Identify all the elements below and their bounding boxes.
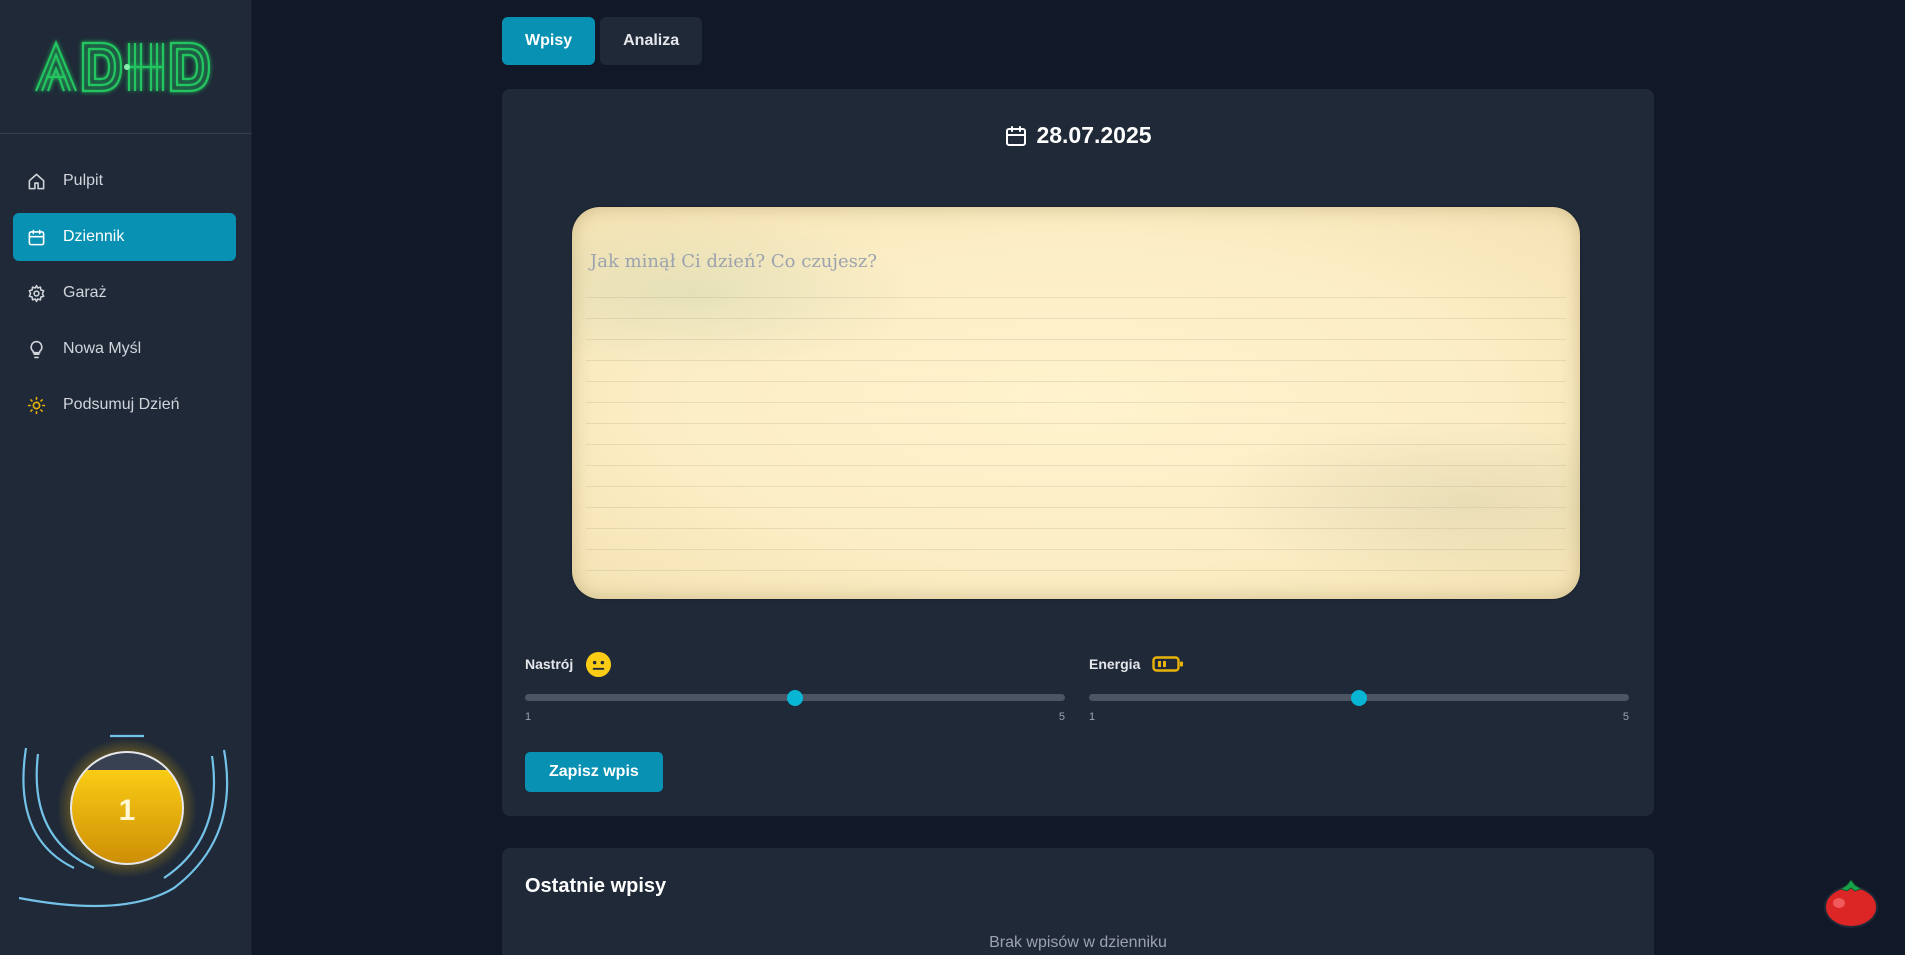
- journal-entry-textarea[interactable]: [572, 207, 1580, 599]
- adhd-logo[interactable]: [31, 37, 221, 97]
- battery-icon: [1152, 656, 1184, 672]
- tab-wpisy[interactable]: Wpisy: [502, 17, 596, 65]
- mood-label: Nastrój: [525, 656, 574, 672]
- sidebar-item-podsumuj-dzien[interactable]: Podsumuj Dzień: [13, 381, 236, 429]
- empty-state-text: Brak wpisów w dzienniku: [989, 934, 1167, 951]
- save-entry-button[interactable]: Zapisz wpis: [525, 752, 663, 792]
- energy-label-row: Energia: [1089, 649, 1629, 679]
- mood-label-row: Nastrój: [525, 649, 1065, 679]
- tomato-icon: [1824, 879, 1878, 928]
- sidebar-item-garaz[interactable]: Garaż: [13, 269, 236, 317]
- sun-icon: [26, 395, 46, 415]
- recent-entries-card: Ostatnie wpisy Brak wpisów w dzienniku: [502, 848, 1654, 955]
- mood-range-labels: 1 5: [525, 711, 1065, 723]
- mood-slider-thumb[interactable]: [787, 689, 803, 706]
- energy-slider-group: Energia 1 5: [1089, 649, 1629, 723]
- sidebar-item-label: Podsumuj Dzień: [63, 396, 180, 413]
- calendar-icon: [26, 227, 46, 247]
- level-number: 1: [119, 794, 136, 827]
- entry-date-header: 28.07.2025: [502, 122, 1654, 149]
- entry-date: 28.07.2025: [1036, 122, 1152, 148]
- calendar-icon: [1006, 125, 1027, 146]
- sidebar-item-label: Nowa Myśl: [63, 340, 142, 357]
- sidebar-nav: Pulpit Dziennik Garaż Nowa Myśl Podsumuj…: [0, 134, 251, 429]
- logo-area: [0, 0, 251, 134]
- level-orb: 1: [18, 734, 229, 908]
- journal-entry-card: 28.07.2025 Nastrój 1 5 Energia: [502, 89, 1654, 816]
- recent-entries-title: Ostatnie wpisy: [525, 875, 667, 897]
- mood-slider[interactable]: [525, 689, 1065, 706]
- mood-min-label: 1: [525, 711, 532, 723]
- view-tabs: Wpisy Analiza: [502, 17, 703, 65]
- mood-slider-group: Nastrój 1 5: [525, 649, 1065, 723]
- sidebar: Pulpit Dziennik Garaż Nowa Myśl Podsumuj…: [0, 0, 252, 955]
- sidebar-item-nowa-mysl[interactable]: Nowa Myśl: [13, 325, 236, 373]
- pomodoro-tomato-button[interactable]: [1823, 879, 1879, 929]
- mood-max-label: 5: [1058, 711, 1065, 723]
- sidebar-item-label: Dziennik: [63, 228, 125, 245]
- home-icon: [26, 171, 46, 191]
- lightbulb-icon: [26, 339, 46, 359]
- gear-icon: [26, 283, 46, 303]
- neutral-face-icon: [586, 651, 612, 677]
- level-orb-widget[interactable]: 1: [14, 728, 234, 908]
- energy-max-label: 5: [1622, 711, 1629, 723]
- sidebar-item-label: Garaż: [63, 284, 107, 301]
- sidebar-item-label: Pulpit: [63, 172, 104, 189]
- sidebar-item-pulpit[interactable]: Pulpit: [13, 157, 236, 205]
- sidebar-item-dziennik[interactable]: Dziennik: [13, 213, 236, 261]
- energy-label: Energia: [1089, 656, 1141, 672]
- energy-slider[interactable]: [1089, 689, 1629, 706]
- journal-parchment: [572, 207, 1580, 599]
- tab-analiza[interactable]: Analiza: [600, 17, 703, 65]
- energy-min-label: 1: [1089, 711, 1096, 723]
- energy-slider-thumb[interactable]: [1351, 689, 1367, 706]
- energy-range-labels: 1 5: [1089, 711, 1629, 723]
